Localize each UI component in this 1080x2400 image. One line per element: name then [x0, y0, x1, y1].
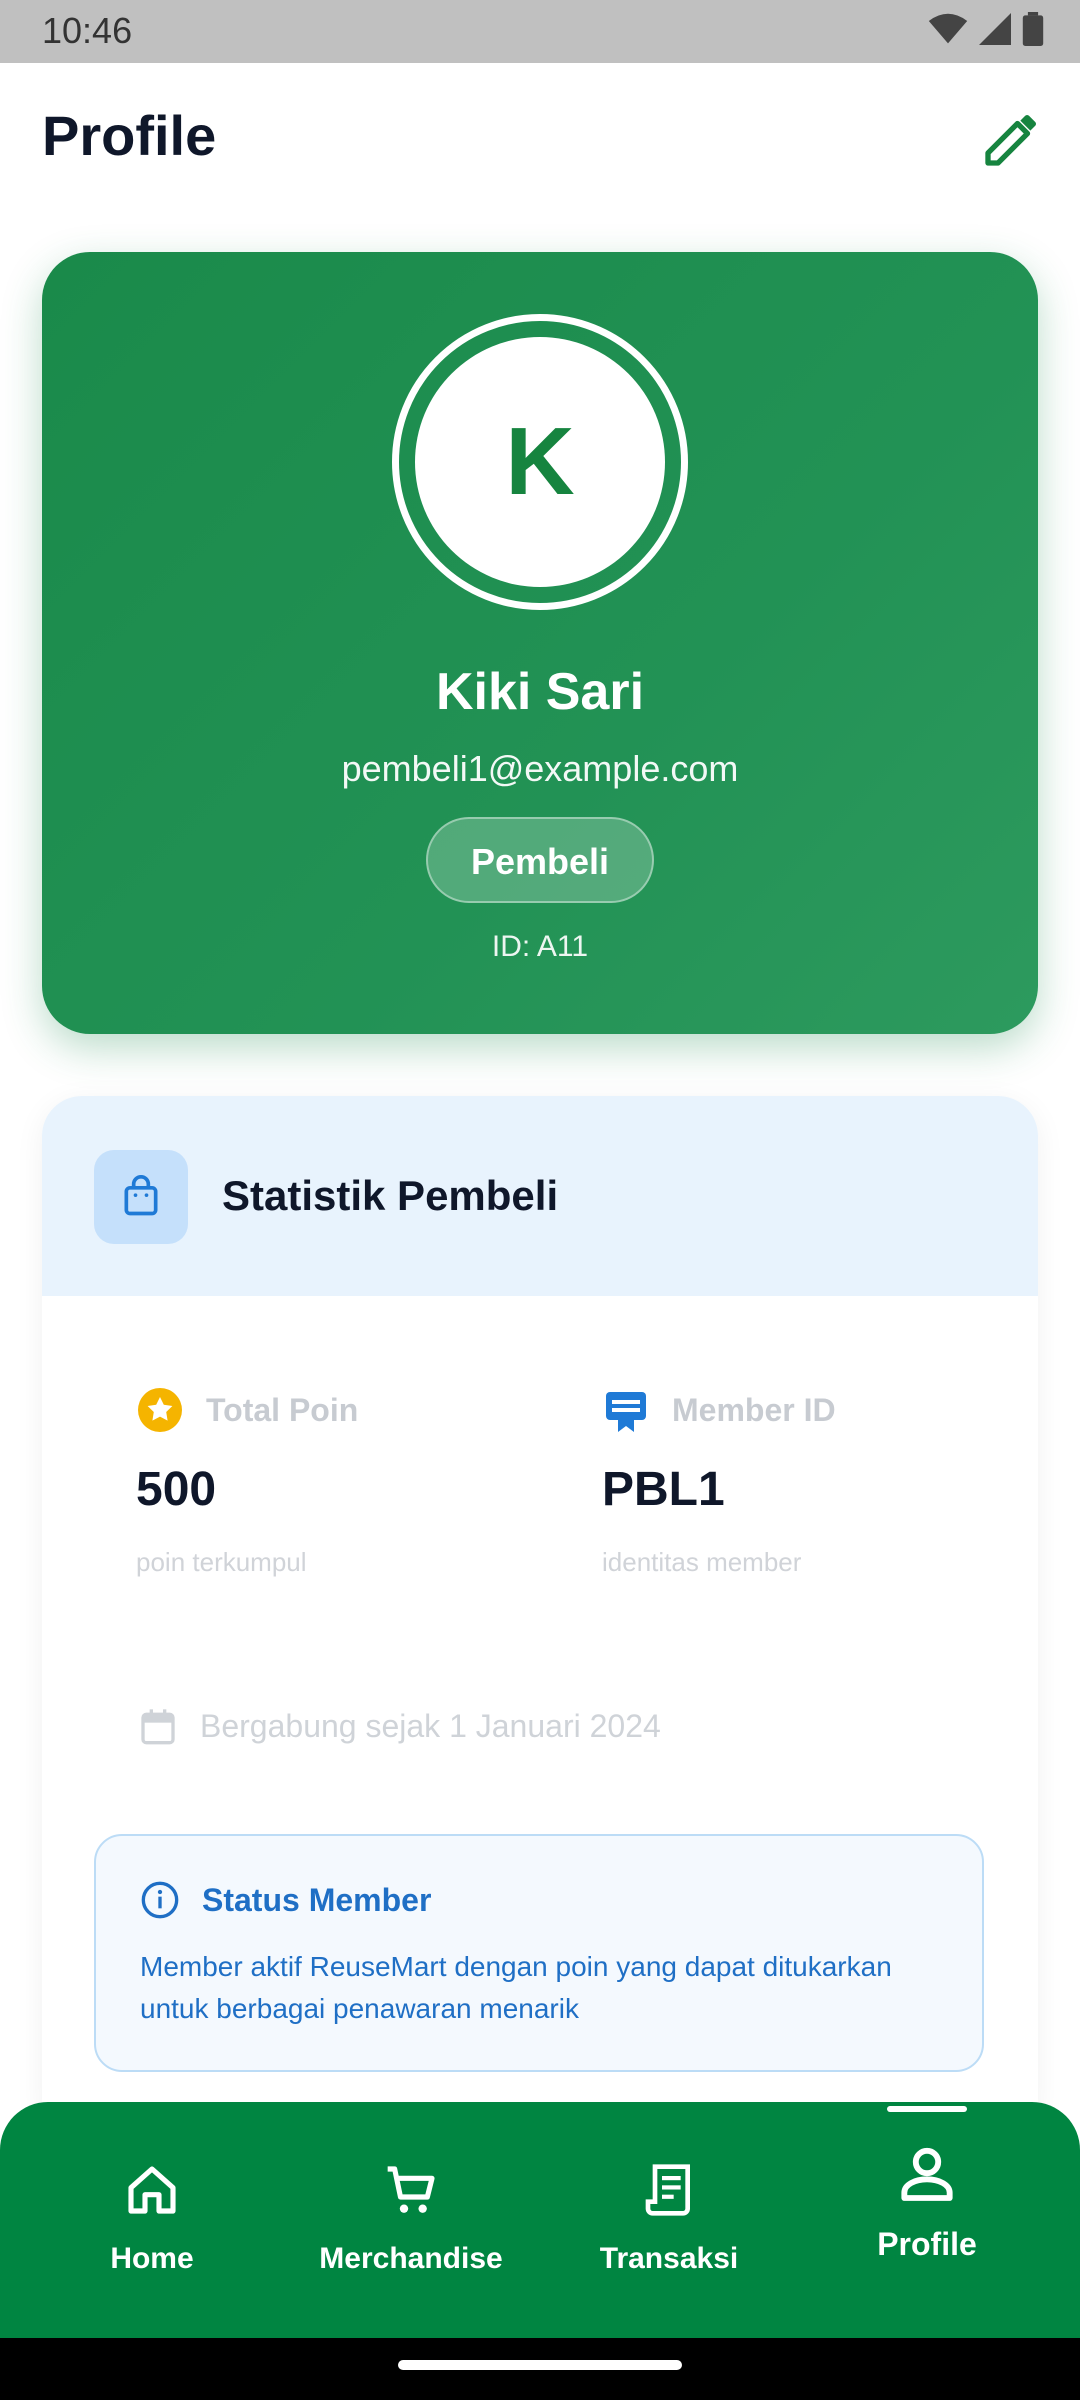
profile-email: pembeli1@example.com: [341, 748, 739, 789]
buyer-stats-card: Statistik Pembeli Total Poin 500 poin te…: [42, 1096, 1038, 2116]
nav-transaksi-label: Transaksi: [599, 2242, 739, 2275]
total-points-stat: Total Poin 500 poin terkumpul: [136, 1386, 516, 1578]
member-id-stat: Member ID PBL1 identitas member: [602, 1386, 982, 1578]
avatar: K: [415, 337, 665, 587]
total-points-value: 500: [136, 1463, 217, 1516]
profile-id: ID: A11: [491, 930, 589, 963]
nav-transaksi[interactable]: Transaksi: [534, 2102, 804, 2338]
app-bar: Profile: [0, 63, 1080, 203]
stats-header: Statistik Pembeli: [42, 1096, 1038, 1296]
stats-title: Statistik Pembeli: [222, 1172, 559, 1219]
active-indicator: [887, 2106, 967, 2112]
wifi-icon: [928, 13, 968, 44]
member-id-value: PBL1: [602, 1463, 725, 1516]
calendar-icon: [141, 1709, 175, 1745]
signal-icon: [979, 13, 1011, 45]
status-bar: 10:46: [0, 0, 1080, 63]
member-status-box: Status Member Member aktif ReuseMart den…: [94, 1834, 984, 2072]
edit-profile-button[interactable]: [980, 107, 1044, 171]
profile-hero-card: K Kiki Sari pembeli1@example.com Pembeli…: [42, 252, 1038, 1034]
shopping-bag-icon: [124, 1175, 158, 1216]
shopping-bag-icon-box: [94, 1150, 188, 1244]
member-status-title: Status Member: [202, 1881, 432, 1918]
member-id-sub: identitas member: [602, 1547, 802, 1577]
status-time: 10:46: [42, 10, 133, 51]
system-icons: [928, 12, 1044, 46]
bottom-nav: Home Merchandise Transaksi Profile: [0, 2102, 1080, 2338]
battery-icon: [1022, 12, 1044, 46]
total-points-sub: poin terkumpul: [136, 1547, 307, 1577]
role-badge: Pembeli: [426, 817, 654, 903]
nav-home-label: Home: [110, 2242, 194, 2275]
member-status-description: Member aktif ReuseMart dengan poin yang …: [140, 1951, 892, 2024]
star-icon: [138, 1388, 182, 1432]
avatar-ring: K: [392, 314, 688, 610]
joined-since-text: Bergabung sejak 1 Januari 2024: [200, 1707, 661, 1744]
nav-merchandise-label: Merchandise: [319, 2242, 503, 2275]
membership-card-icon: [606, 1392, 646, 1432]
home-gesture-handle[interactable]: [398, 2360, 682, 2370]
person-icon: [901, 2147, 953, 2201]
nav-home[interactable]: Home: [17, 2102, 287, 2338]
pencil-icon: [985, 114, 1037, 166]
page-title: Profile: [42, 104, 217, 167]
nav-profile-label: Profile: [877, 2226, 977, 2262]
receipt-icon: [645, 2164, 690, 2216]
home-icon: [128, 2166, 176, 2214]
nav-profile[interactable]: Profile: [792, 2102, 1062, 2338]
profile-name: Kiki Sari: [435, 663, 645, 721]
cart-icon: [387, 2166, 435, 2213]
nav-merchandise[interactable]: Merchandise: [276, 2102, 546, 2338]
system-nav-bar: [0, 2338, 1080, 2400]
joined-since: Bergabung sejak 1 Januari 2024: [138, 1706, 661, 1746]
member-id-label: Member ID: [672, 1391, 836, 1428]
info-icon: [141, 1881, 179, 1919]
total-points-label: Total Poin: [206, 1391, 359, 1428]
